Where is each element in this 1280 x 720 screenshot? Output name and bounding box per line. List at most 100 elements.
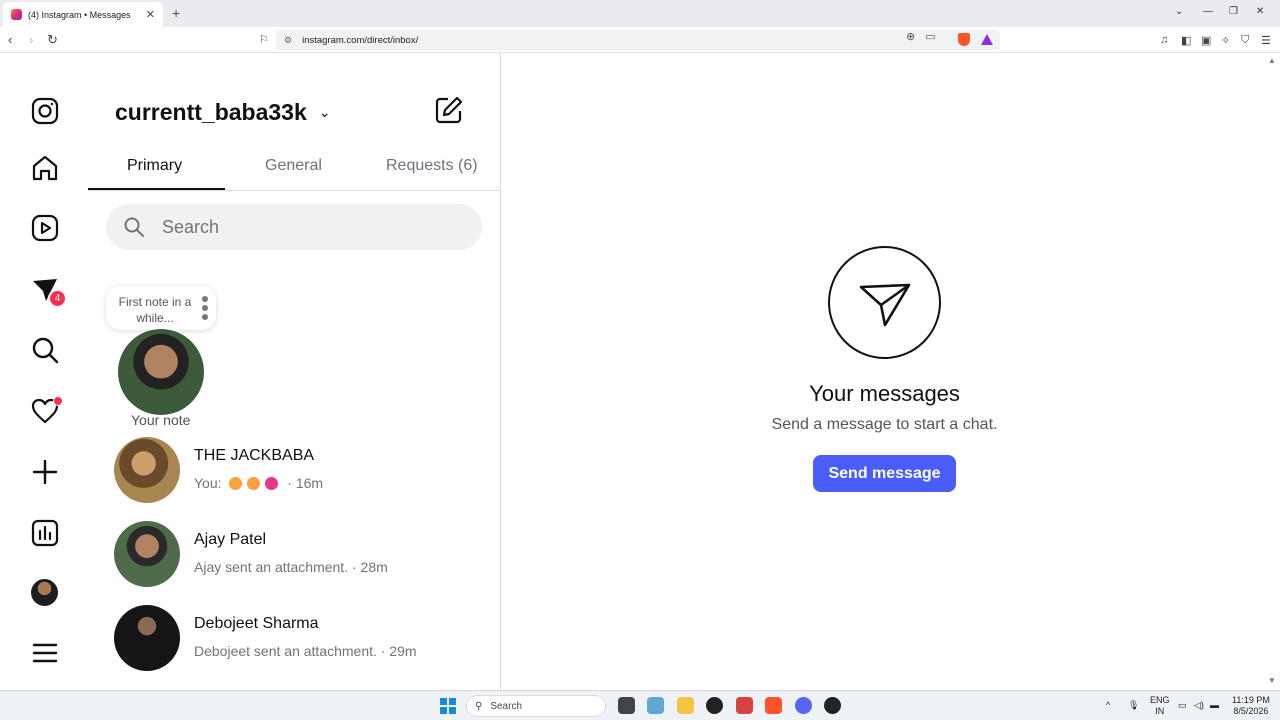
- browser-tab-bar: (4) Instagram • Messages ✕ + ⌄ — ❐ ✕: [0, 0, 1280, 27]
- close-tab-icon[interactable]: ✕: [146, 8, 155, 21]
- region-code: IN: [1155, 706, 1165, 716]
- emoji-icon: [247, 477, 261, 490]
- note-bubble[interactable]: First note in a while...: [106, 286, 216, 330]
- clock[interactable]: 11:19 PM 8/5/2026: [1232, 695, 1270, 717]
- more-menu-icon[interactable]: [30, 638, 60, 668]
- profile-avatar[interactable]: [31, 579, 58, 606]
- username: currentt_baba33k: [115, 99, 307, 125]
- file-explorer-icon[interactable]: [677, 697, 694, 714]
- brave-shields-icon[interactable]: [958, 33, 970, 46]
- dashboard-icon[interactable]: [30, 518, 60, 548]
- create-icon[interactable]: [30, 457, 60, 487]
- microphone-icon[interactable]: 🎙: [1128, 700, 1139, 711]
- maximize-icon[interactable]: ❐: [1229, 6, 1238, 17]
- inbox-tabs: Primary General Requests (6): [88, 153, 501, 191]
- cast-icon[interactable]: ▭: [925, 30, 935, 43]
- tab-requests[interactable]: Requests (6): [386, 157, 478, 175]
- start-icon[interactable]: [440, 698, 456, 714]
- your-note-label: Your note: [131, 412, 191, 428]
- search-input[interactable]: Search: [106, 204, 482, 250]
- vpn-icon[interactable]: ⛉: [1241, 34, 1249, 47]
- search-placeholder: Search: [162, 216, 220, 237]
- active-tab-indicator: [88, 188, 225, 190]
- your-note-avatar[interactable]: [118, 329, 204, 415]
- tray-chevron-icon[interactable]: ^: [1106, 700, 1110, 711]
- task-view-icon[interactable]: [618, 697, 635, 714]
- forward-icon[interactable]: ›: [29, 32, 33, 47]
- empty-state-subtitle: Send a message to start a chat.: [771, 416, 998, 433]
- widgets-icon[interactable]: [647, 697, 664, 714]
- paper-plane-icon: [859, 283, 910, 326]
- conversation-item[interactable]: Ajay Patel Ajay sent an attachment. · 28…: [114, 521, 484, 587]
- empty-state-title: Your messages: [809, 381, 960, 406]
- tab-list-icon[interactable]: ⌄: [1175, 6, 1183, 17]
- tab-primary[interactable]: Primary: [127, 157, 182, 175]
- conversation-preview: Ajay sent an attachment. · 28m: [194, 559, 388, 575]
- menu-icon[interactable]: ☰: [1261, 34, 1271, 47]
- scroll-up-arrow-icon[interactable]: ▲: [1268, 56, 1276, 65]
- send-message-button[interactable]: Send message: [813, 455, 956, 492]
- avatar: [114, 605, 180, 671]
- conversation-name: Debojeet Sharma: [194, 615, 319, 632]
- account-switcher[interactable]: currentt_baba33k ⌄: [115, 99, 330, 126]
- chevron-down-icon: ⌄: [318, 104, 331, 120]
- activity-dot: [53, 396, 63, 406]
- reload-icon[interactable]: ↻: [47, 32, 58, 48]
- app-icon[interactable]: [824, 697, 841, 714]
- brave-rewards-icon[interactable]: [981, 34, 993, 45]
- time: 11:19 PM: [1232, 695, 1270, 705]
- battery-icon[interactable]: ▬: [1210, 700, 1219, 711]
- conversation-name: THE JACKBABA: [194, 447, 315, 464]
- conversation-preview: Debojeet sent an attachment. · 29m: [194, 643, 417, 659]
- discord-icon[interactable]: [795, 697, 812, 714]
- search-icon: ⚲: [475, 700, 483, 712]
- brave-browser-icon[interactable]: [765, 697, 782, 714]
- conversation-time: · 16m: [287, 475, 324, 491]
- close-window-icon[interactable]: ✕: [1256, 6, 1264, 17]
- tab-general[interactable]: General: [265, 157, 322, 175]
- conversation-preview: You: · 16m: [194, 475, 323, 491]
- url-actions: ⊕ ▭: [906, 30, 936, 43]
- inbox-panel: currentt_baba33k ⌄ Primary General Reque…: [88, 53, 501, 690]
- emoji-icon: [229, 477, 243, 490]
- scroll-down-arrow-icon[interactable]: ▼: [1268, 676, 1276, 685]
- instagram-logo-icon[interactable]: [30, 96, 60, 126]
- sidebar-toggle-icon[interactable]: ◧: [1181, 34, 1191, 47]
- address-bar-row: ‹ › ↻ ⚙ instagram.com/direct/inbox/ ⊕ ▭: [0, 27, 1280, 53]
- minimize-icon[interactable]: —: [1203, 6, 1213, 17]
- conversation-name: Ajay Patel: [194, 531, 267, 548]
- taskbar-search-label: Search: [490, 700, 523, 712]
- site-info-icon[interactable]: ⚙: [284, 35, 292, 46]
- home-icon[interactable]: [30, 153, 60, 183]
- tab-title: (4) Instagram • Messages: [28, 9, 131, 20]
- conversation-item[interactable]: Debojeet Sharma Debojeet sent an attachm…: [114, 605, 484, 671]
- wallet-icon[interactable]: ▣: [1201, 34, 1211, 47]
- date: 8/5/2026: [1233, 706, 1269, 716]
- volume-icon[interactable]: ◁): [1194, 700, 1204, 711]
- bookmark-icon[interactable]: ⚐: [259, 33, 269, 46]
- more-options-icon[interactable]: [202, 296, 208, 323]
- search-icon: [124, 217, 144, 237]
- notification-badge: 4: [48, 289, 67, 308]
- language-indicator[interactable]: ENG IN: [1150, 695, 1170, 717]
- new-tab-button[interactable]: +: [172, 5, 180, 21]
- preview-text: You:: [194, 475, 222, 491]
- media-icon[interactable]: ♫: [1160, 34, 1168, 46]
- taskbar-search[interactable]: ⚲ Search: [466, 695, 606, 717]
- instagram-favicon-icon: [11, 9, 22, 20]
- messages-circle: [828, 246, 941, 359]
- back-icon[interactable]: ‹: [8, 32, 12, 47]
- messages-empty-state: Your messages Send a message to start a …: [501, 53, 1268, 690]
- app-icon[interactable]: [736, 697, 753, 714]
- url-field[interactable]: ⚙ instagram.com/direct/inbox/: [276, 30, 1000, 50]
- note-text: First note in a while...: [118, 295, 192, 325]
- search-icon[interactable]: [30, 335, 60, 365]
- browser-tab[interactable]: (4) Instagram • Messages ✕: [3, 2, 163, 27]
- zoom-icon[interactable]: ⊕: [906, 30, 915, 43]
- leo-ai-icon[interactable]: ✧: [1221, 34, 1230, 47]
- conversation-item[interactable]: THE JACKBABA You: · 16m: [114, 437, 484, 503]
- compose-icon[interactable]: [434, 95, 464, 125]
- reels-icon[interactable]: [30, 213, 60, 243]
- network-icon[interactable]: ▭: [1178, 700, 1187, 711]
- obs-icon[interactable]: [706, 697, 723, 714]
